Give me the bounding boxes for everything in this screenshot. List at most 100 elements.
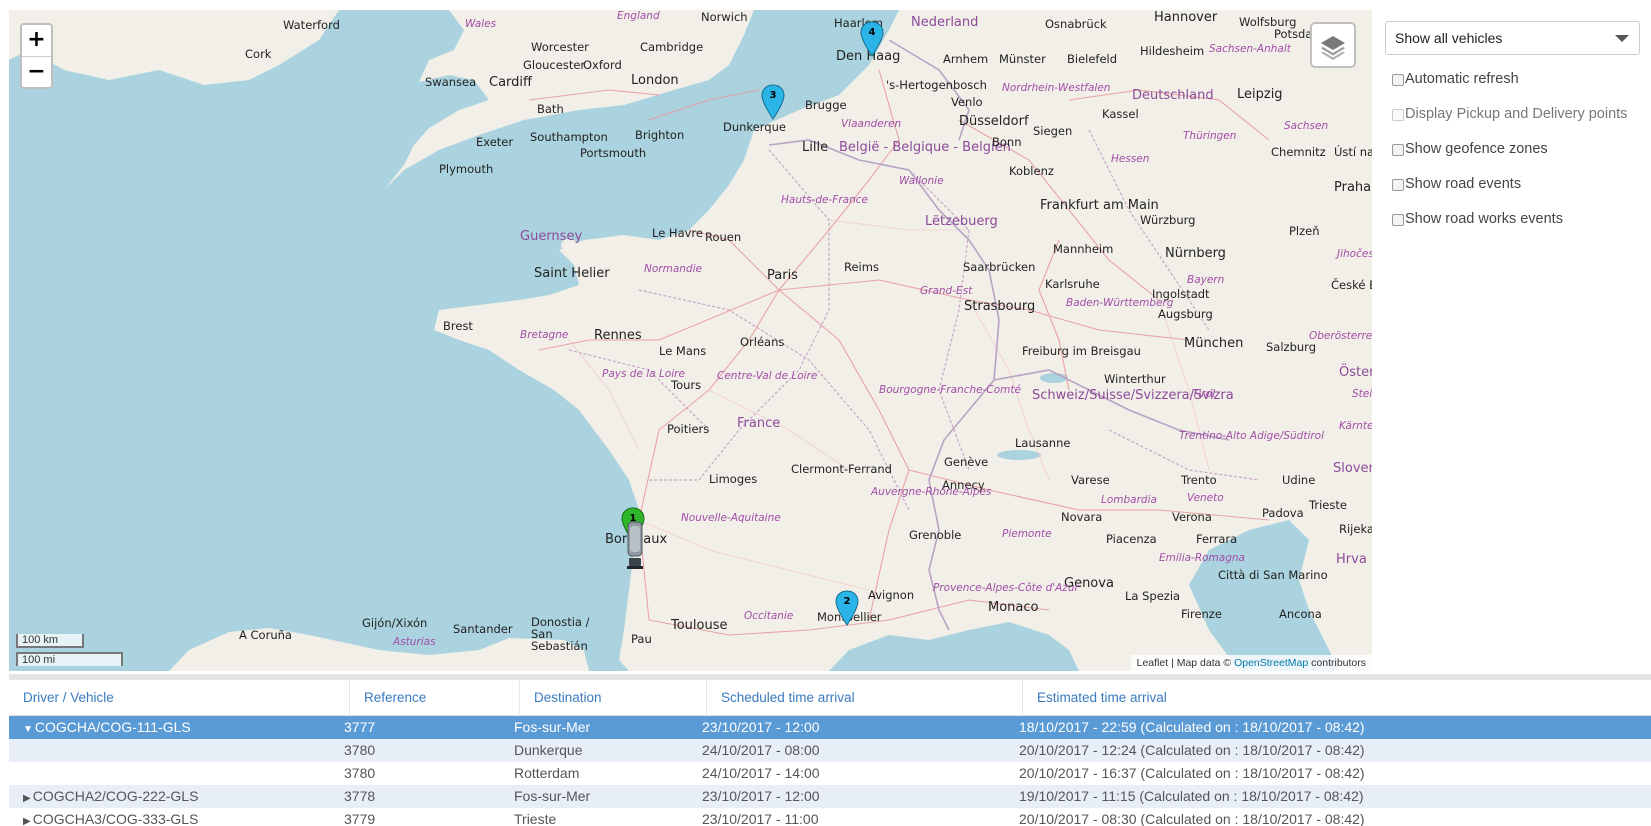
map-label-chemnitz: Chemnitz: [1271, 145, 1326, 159]
map-label-le-mans: Le Mans: [659, 344, 707, 358]
table-row[interactable]: ▶ COGCHA2/COG-222-GLS 3778 Fos-sur-Mer 23…: [9, 785, 1651, 808]
table-row[interactable]: 3780 Rotterdam 24/10/2017 - 14:00 20/10/…: [9, 762, 1651, 785]
fleet-tracking-app: Waterford Cork Wales England Norwich Wor…: [0, 0, 1651, 826]
table-row[interactable]: ▶ COGCHA3/COG-333-GLS 3779 Trieste 23/10/…: [9, 808, 1651, 826]
cell-destination: Rotterdam: [514, 765, 580, 781]
map-label-exeter: Exeter: [476, 135, 514, 149]
column-header-scheduled[interactable]: Scheduled time arrival: [706, 680, 1022, 716]
map-label-citta: Città di San Marino: [1218, 568, 1328, 582]
map-label-kassel: Kassel: [1102, 107, 1139, 121]
collapse-triangle-icon[interactable]: ▼: [23, 724, 33, 735]
checkbox[interactable]: [1392, 214, 1404, 226]
map-label-munchen: München: [1184, 336, 1244, 351]
cell-destination: Trieste: [514, 811, 557, 826]
expand-triangle-icon[interactable]: ▶: [23, 793, 31, 804]
map-label-firenze: Firenze: [1181, 607, 1222, 621]
map-label-oberosterreich: Oberösterreich: [1309, 330, 1372, 342]
vehicle-filter-select[interactable]: Show all vehicles: [1385, 21, 1640, 55]
map-label-augsburg: Augsburg: [1158, 307, 1213, 321]
map-label-piemonte: Piemonte: [1002, 528, 1052, 540]
map-label-worcester: Worcester: [531, 40, 589, 54]
map-label-auvergne: Auvergne-Rhône-Alpes: [871, 486, 992, 498]
zoom-in-button[interactable]: +: [22, 25, 51, 56]
map-label-vlaanderen: Vlaanderen: [841, 118, 902, 130]
expand-triangle-icon[interactable]: ▶: [23, 816, 31, 826]
map-label-ceske: České Budějovice: [1331, 278, 1372, 292]
option-label: Show road works events: [1405, 211, 1563, 227]
map-label-karnten: Kärnten: [1339, 420, 1372, 432]
cell-estimated: 20/10/2017 - 08:30 (Calculated on : 18/1…: [1019, 811, 1365, 826]
openstreetmap-link[interactable]: OpenStreetMap: [1234, 657, 1308, 669]
checkbox[interactable]: [1392, 179, 1404, 191]
map-marker-4[interactable]: 4: [860, 21, 884, 57]
map-label-bielefeld: Bielefeld: [1067, 52, 1118, 66]
map-label-steier: Steier: [1352, 388, 1372, 400]
scale-bar-mi: 100 mi: [16, 652, 123, 666]
checkbox[interactable]: [1392, 74, 1404, 86]
map-label-brest: Brest: [443, 319, 473, 333]
map-label-saarbrucken: Saarbrücken: [963, 260, 1036, 274]
map-label-dusseldorf: Düsseldorf: [959, 114, 1029, 129]
option-label: Automatic refresh: [1405, 71, 1519, 87]
column-header-destination[interactable]: Destination: [519, 680, 706, 716]
column-header-estimated[interactable]: Estimated time arrival: [1022, 680, 1651, 716]
map-label-reims: Reims: [844, 260, 879, 274]
map-label-munster: Münster: [999, 52, 1046, 66]
cell-destination: Dunkerque: [514, 742, 583, 758]
map-view[interactable]: Waterford Cork Wales England Norwich Wor…: [9, 10, 1372, 671]
map-marker-3[interactable]: 3: [761, 84, 785, 120]
map-label-hrva: Hrva: [1336, 552, 1367, 567]
map-label-grand-est: Grand-Est: [920, 285, 973, 297]
cell-driver: ▶ COGCHA2/COG-222-GLS: [23, 785, 333, 808]
option-show-geofence-zones[interactable]: Show geofence zones: [1385, 132, 1643, 167]
map-marker-2[interactable]: 2: [835, 590, 859, 626]
checkbox[interactable]: [1392, 144, 1404, 156]
option-automatic-refresh[interactable]: Automatic refresh: [1385, 62, 1643, 97]
cell-scheduled: 23/10/2017 - 12:00: [702, 719, 820, 735]
layers-icon: [1321, 36, 1345, 60]
cell-estimated: 20/10/2017 - 12:24 (Calculated on : 18/1…: [1019, 742, 1365, 758]
table-row[interactable]: ▼ COGCHA/COG-111-GLS 3777 Fos-sur-Mer 23/…: [9, 716, 1651, 739]
column-header-reference[interactable]: Reference: [349, 680, 519, 716]
option-show-road-works-events[interactable]: Show road works events: [1385, 202, 1643, 237]
map-label-provence: Provence-Alpes-Côte d'Azur: [933, 582, 1079, 594]
cell-reference: 3779: [344, 811, 376, 826]
map-label-plymouth: Plymouth: [439, 162, 494, 176]
cell-driver: ▶ COGCHA3/COG-333-GLS: [23, 808, 333, 826]
cell-reference: 3777: [344, 719, 376, 735]
map-label-hertogenbosch: 's-Hertogenbosch: [886, 78, 987, 92]
map-label-london: London: [631, 73, 679, 88]
marker-number: 2: [843, 596, 851, 607]
map-label-trentino: Trentino-Alto Adige/Südtirol: [1179, 430, 1325, 442]
option-label: Display Pickup and Delivery points: [1405, 106, 1628, 122]
map-label-udine: Udine: [1282, 473, 1316, 487]
map-label-trento: Trento: [1181, 473, 1217, 487]
cell-destination: Fos-sur-Mer: [514, 788, 591, 804]
map-label-siegen: Siegen: [1033, 124, 1073, 138]
marker-number: 3: [769, 90, 777, 101]
cell-estimated: 18/10/2017 - 22:59 (Calculated on : 18/1…: [1019, 719, 1365, 735]
cell-estimated: 19/10/2017 - 11:15 (Calculated on : 18/1…: [1019, 788, 1364, 804]
map-label-hessen: Hessen: [1111, 153, 1150, 165]
map-label-guernsey: Guernsey: [520, 229, 583, 244]
map-label-toulouse: Toulouse: [671, 618, 728, 633]
layers-button[interactable]: [1310, 22, 1356, 68]
map-label-dunkerque: Dunkerque: [723, 120, 786, 134]
option-label: Show road events: [1405, 176, 1522, 192]
truck-icon[interactable]: [626, 520, 644, 570]
map-label-pau: Pau: [631, 632, 652, 646]
column-header-driver-vehicle[interactable]: Driver / Vehicle: [9, 680, 349, 716]
map-label-geneve: Genève: [944, 455, 989, 469]
map-label-salzburg: Salzburg: [1266, 340, 1316, 354]
map-label-varese: Varese: [1071, 473, 1110, 487]
map-label-le-havre: Le Havre: [652, 226, 703, 240]
map-label-belgie: België - Belgique - Belgien: [839, 140, 1011, 155]
map-label-rijeka: Rijeka: [1339, 522, 1372, 536]
table-row[interactable]: 3780 Dunkerque 24/10/2017 - 08:00 20/10/…: [9, 739, 1651, 762]
map-label-paris: Paris: [767, 268, 798, 283]
cell-reference: 3780: [344, 765, 376, 781]
cell-estimated: 20/10/2017 - 16:37 (Calculated on : 18/1…: [1019, 765, 1365, 781]
zoom-out-button[interactable]: −: [22, 56, 51, 87]
grid-header: Driver / Vehicle Reference Destination S…: [9, 680, 1651, 716]
option-show-road-events[interactable]: Show road events: [1385, 167, 1643, 202]
